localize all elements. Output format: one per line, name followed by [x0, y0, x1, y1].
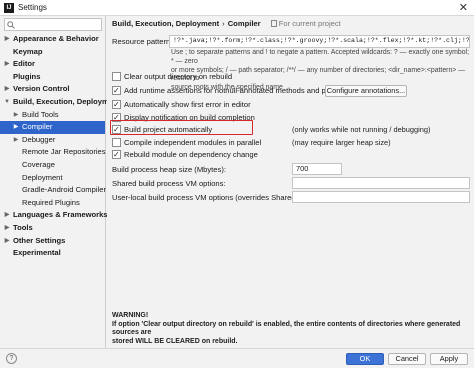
- sidebar-item-debugger[interactable]: ▶ Debugger: [0, 134, 105, 147]
- compiler-settings-panel: Build, Execution, Deployment › Compiler Fo…: [107, 16, 474, 348]
- chevron-down-icon[interactable]: ▼: [3, 96, 11, 109]
- chevron-right-icon[interactable]: ▶: [3, 83, 11, 96]
- title-bar: IJ Settings ✕: [0, 0, 474, 16]
- add-assertions-checkbox[interactable]: [112, 85, 121, 96]
- breadcrumb: Build, Execution, Deployment › Compiler Fo…: [112, 19, 341, 28]
- sidebar-item-editor[interactable]: ▶ Editor: [0, 58, 105, 71]
- sidebar-item-tools[interactable]: ▶ Tools: [0, 222, 105, 235]
- breadcrumb-parent[interactable]: Build, Execution, Deployment: [112, 19, 219, 28]
- configure-annotations-button[interactable]: Configure annotations...: [325, 85, 407, 97]
- sidebar-item-coverage[interactable]: Coverage: [0, 159, 105, 172]
- sidebar-item-other-settings[interactable]: ▶ Other Settings: [0, 235, 105, 248]
- chevron-right-icon[interactable]: ▶: [3, 58, 11, 71]
- settings-search-input[interactable]: [4, 18, 102, 31]
- build-automatically-note: (only works while not running / debuggin…: [292, 125, 431, 134]
- chevron-right-icon[interactable]: ▶: [3, 222, 11, 235]
- search-icon: [7, 21, 15, 29]
- sidebar-item-keymap[interactable]: Keymap: [0, 46, 105, 59]
- dialog-footer: ? OK Cancel Apply: [0, 348, 474, 368]
- help-icon[interactable]: ?: [6, 353, 17, 364]
- scope-label: For current project: [278, 19, 341, 28]
- warning-message: WARNING! If option 'Clear output directo…: [112, 312, 470, 346]
- sidebar-item-deployment[interactable]: Deployment: [0, 172, 105, 185]
- shared-vm-options-input[interactable]: [292, 177, 470, 189]
- heap-size-input[interactable]: 700: [292, 163, 342, 175]
- highlight-box: [110, 120, 253, 135]
- resource-patterns-input[interactable]: !?*.java;!?*.form;!?*.class;!?*.groovy;!…: [169, 35, 470, 48]
- clear-output-checkbox[interactable]: [112, 72, 121, 81]
- sidebar-item-plugins[interactable]: Plugins: [0, 71, 105, 84]
- chevron-right-icon[interactable]: ▶: [12, 121, 20, 134]
- sidebar-item-required-plugins[interactable]: Required Plugins: [0, 197, 105, 210]
- sidebar-item-build-tools[interactable]: ▶ Build Tools: [0, 109, 105, 122]
- resource-patterns-label: Resource patterns:: [112, 37, 177, 46]
- sidebar-item-version-control[interactable]: ▶ Version Control: [0, 83, 105, 96]
- apply-button[interactable]: Apply: [430, 353, 468, 365]
- sidebar-item-gradle-android-compiler[interactable]: Gradle-Android Compiler: [0, 184, 106, 197]
- sidebar-item-compiler[interactable]: ▶ Compiler: [0, 121, 105, 134]
- sidebar-item-experimental[interactable]: Experimental: [0, 247, 105, 260]
- settings-sidebar: ▶ Appearance & Behavior Keymap ▶ Editor Pl…: [0, 16, 120, 348]
- chevron-right-icon[interactable]: ▶: [3, 209, 11, 222]
- window-title: Settings: [18, 3, 47, 12]
- sidebar-item-languages[interactable]: ▶ Languages & Frameworks: [0, 209, 108, 222]
- user-vm-options-input[interactable]: [292, 191, 470, 203]
- breadcrumb-current: Compiler: [227, 19, 261, 28]
- project-scope-icon: [270, 20, 277, 27]
- chevron-right-icon[interactable]: ▶: [3, 33, 11, 46]
- breadcrumb-separator: ›: [222, 19, 225, 28]
- ok-button[interactable]: OK: [346, 353, 384, 365]
- settings-tree: ▶ Appearance & Behavior Keymap ▶ Editor Pl…: [0, 33, 120, 260]
- sidebar-item-build-execution[interactable]: ▼ Build, Execution, Deployment: [0, 96, 120, 109]
- close-icon[interactable]: ✕: [459, 1, 468, 14]
- compile-parallel-note: (may require larger heap size): [292, 138, 391, 147]
- rebuild-dependency-checkbox[interactable]: [112, 149, 121, 160]
- chevron-right-icon[interactable]: ▶: [3, 235, 11, 248]
- heap-size-label: Build process heap size (Mbytes):: [112, 165, 226, 174]
- compile-parallel-checkbox[interactable]: [112, 138, 121, 147]
- app-icon: IJ: [4, 3, 14, 13]
- sidebar-item-remote-jar-repositories[interactable]: Remote Jar Repositories: [0, 146, 106, 159]
- shared-vm-options-label: Shared build process VM options:: [112, 179, 226, 188]
- cancel-button[interactable]: Cancel: [388, 353, 426, 365]
- chevron-right-icon[interactable]: ▶: [12, 109, 20, 122]
- show-first-error-checkbox[interactable]: [112, 99, 121, 110]
- sidebar-item-appearance[interactable]: ▶ Appearance & Behavior: [0, 33, 105, 46]
- warning-title: WARNING!: [112, 312, 149, 319]
- chevron-right-icon[interactable]: ▶: [12, 134, 20, 147]
